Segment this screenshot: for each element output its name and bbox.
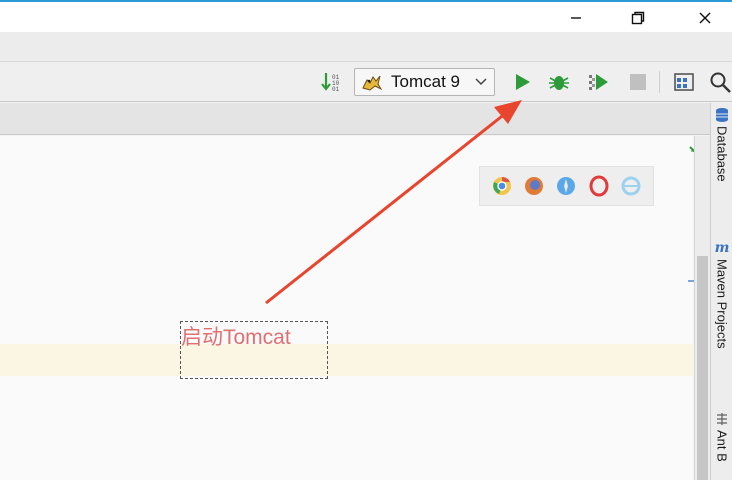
ant-build-tab-label: Ant B [714,430,730,462]
tool-window-database[interactable]: Database [711,107,732,182]
database-tab-label: Database [714,126,730,182]
open-in-browser-popup [479,166,654,206]
ide-window: 01 10 01 Tomcat 9 Database m Maven Proje… [0,0,732,480]
ie-icon[interactable] [620,175,642,197]
stop-button[interactable] [626,70,650,94]
debug-icon [549,76,569,90]
coverage-icon [589,74,608,90]
restore-icon [631,11,645,25]
scrollbar-thumb[interactable] [697,256,708,480]
editor-scrollbar[interactable] [694,136,710,480]
maven-projects-tab-label: Maven Projects [714,259,730,349]
safari-icon[interactable] [555,175,577,197]
run-with-coverage-button[interactable] [587,70,611,94]
editor-tab-strip [0,103,710,135]
current-line-highlight [0,344,693,376]
project-structure-icon [674,73,694,91]
firefox-icon[interactable] [523,175,545,197]
tool-window-maven-projects[interactable]: m Maven Projects [711,240,732,349]
maven-icon: m [714,240,730,256]
sort-icon: 01 10 01 [321,73,340,93]
run-icon [516,74,530,90]
project-structure-button[interactable] [672,70,696,94]
run-configuration-select[interactable]: Tomcat 9 [354,68,495,96]
ant-icon [717,413,727,425]
right-tool-strip: Database m Maven Projects Ant B [710,103,732,480]
run-configuration-name: Tomcat 9 [391,72,460,91]
minimize-button[interactable] [553,4,599,32]
restore-button[interactable] [615,4,661,32]
database-icon [716,108,728,122]
opera-icon[interactable] [588,175,610,197]
run-button[interactable] [510,70,534,94]
search-everywhere-button[interactable] [708,70,732,94]
menu-bar [0,32,732,62]
chevron-down-icon [475,78,487,86]
stop-icon [630,74,646,90]
chrome-icon[interactable] [491,175,513,197]
close-button[interactable] [682,4,728,32]
annotation-text: 启动Tomcat [181,326,291,349]
title-bar [0,0,732,32]
main-toolbar: 01 10 01 Tomcat 9 [0,62,732,102]
search-icon [710,72,731,93]
debug-button[interactable] [547,70,571,94]
tool-window-ant-build[interactable]: Ant B [711,411,732,462]
sort-button[interactable]: 01 10 01 [320,70,344,94]
close-icon [699,12,711,24]
toolbar-separator [659,71,660,93]
minimize-icon [571,17,581,19]
svg-text:01: 01 [332,86,340,93]
code-editor[interactable] [0,136,701,480]
tomcat-icon [362,75,383,91]
